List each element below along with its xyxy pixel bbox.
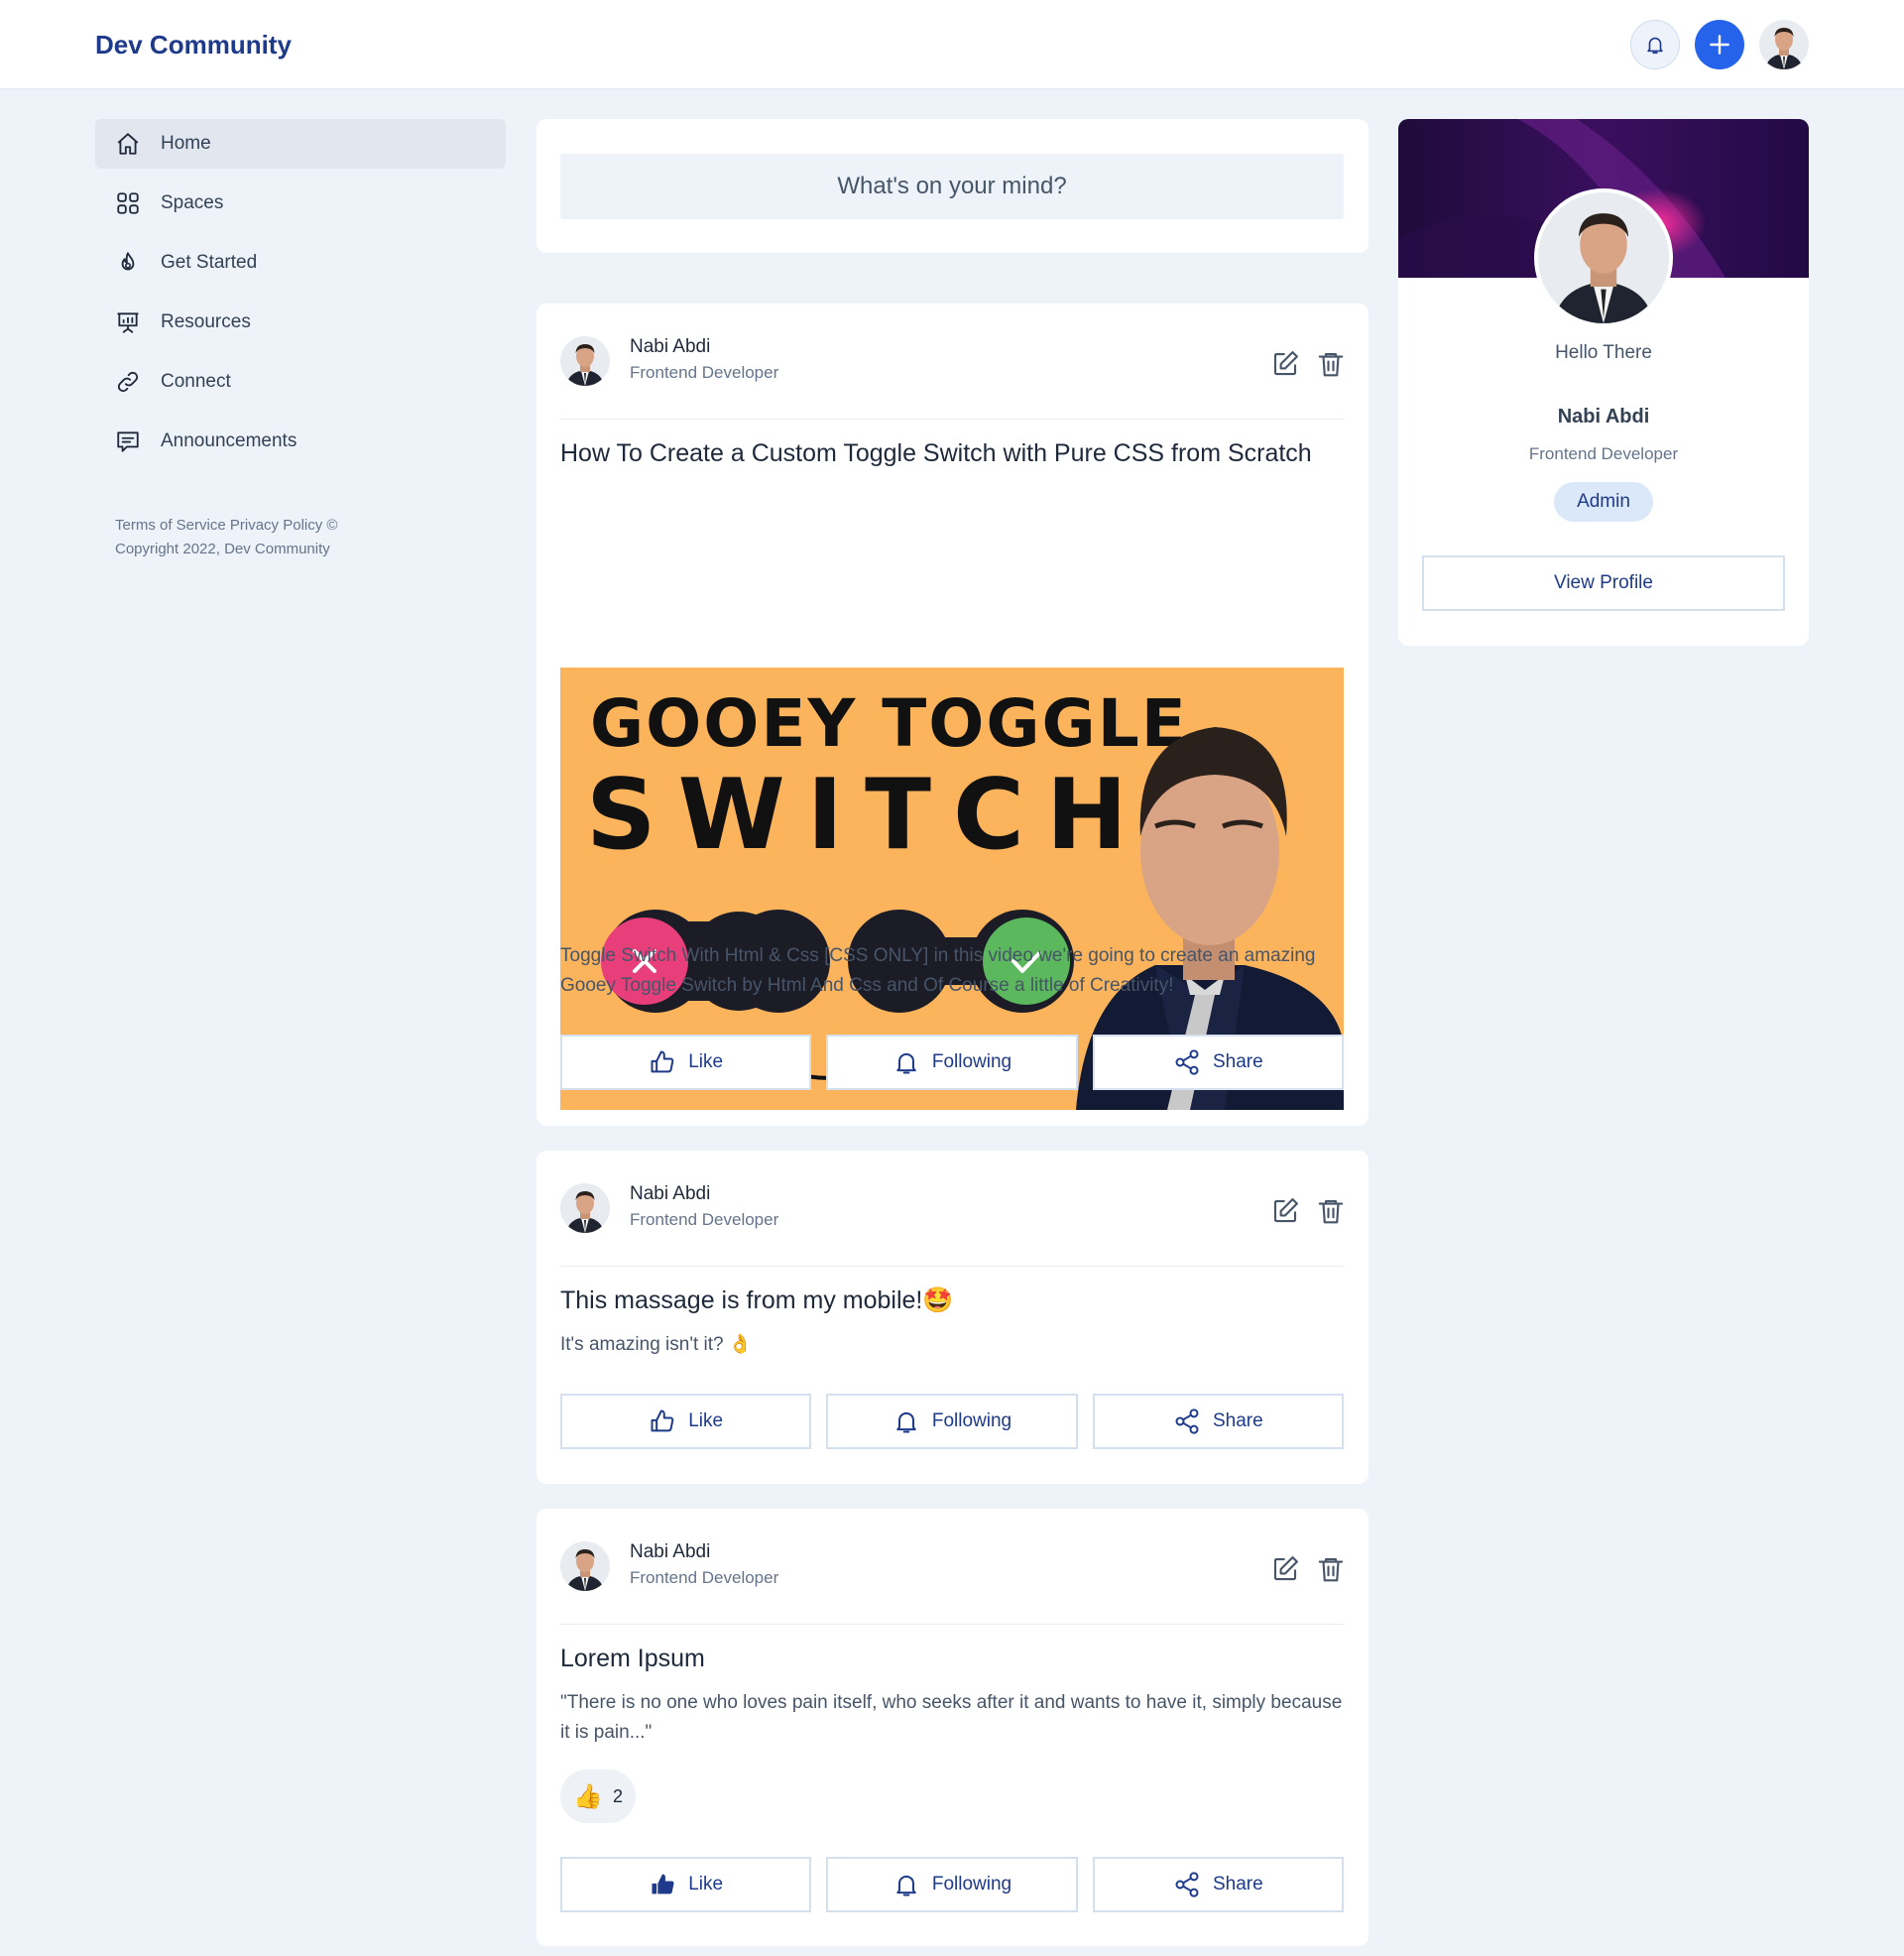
share-icon (1173, 1407, 1201, 1435)
post-header: Nabi Abdi Frontend Developer (560, 1541, 1344, 1625)
share-icon (1173, 1871, 1201, 1898)
top-bar: Dev Community (0, 0, 1904, 89)
trash-icon[interactable] (1316, 1554, 1346, 1584)
sidebar-item-label: Get Started (161, 252, 258, 273)
share-label: Share (1212, 1874, 1263, 1895)
trash-icon[interactable] (1316, 349, 1346, 379)
thumbs-up-emoji-icon: 👍 (573, 1782, 603, 1810)
share-button[interactable]: Share (1092, 1857, 1344, 1912)
author-role: Frontend Developer (630, 1210, 779, 1229)
sidebar-footer: Terms of Service Privacy Policy © Copyri… (95, 514, 506, 561)
flame-icon (121, 252, 135, 271)
post-card: Nabi Abdi Frontend Developer This massag… (536, 1151, 1368, 1484)
role-badge: Admin (1554, 482, 1653, 522)
author-name[interactable]: Nabi Abdi (630, 1541, 710, 1563)
sidebar: Home Spaces Get Started Resources Connec… (95, 119, 506, 561)
profile-greeting: Hello There (1555, 342, 1652, 363)
edit-icon[interactable] (1270, 1554, 1300, 1584)
share-icon (1173, 1048, 1201, 1076)
notifications-button[interactable] (1630, 20, 1680, 69)
edit-icon[interactable] (1270, 1196, 1300, 1226)
bell-icon (892, 1048, 920, 1076)
copyright-text: Copyright 2022, Dev Community (115, 541, 330, 557)
sidebar-item-get-started[interactable]: Get Started (95, 238, 506, 288)
profile-role: Frontend Developer (1528, 444, 1679, 463)
following-label: Following (931, 1051, 1012, 1072)
thumbs-up-icon (649, 1048, 676, 1076)
post-header: Nabi Abdi Frontend Developer (560, 1183, 1344, 1267)
edit-icon[interactable] (1270, 349, 1300, 379)
reaction-count: 2 (612, 1785, 623, 1806)
bell-icon (892, 1871, 920, 1898)
grid-icon (117, 192, 139, 214)
home-icon (117, 133, 139, 155)
terms-link[interactable]: Terms of Service (115, 517, 226, 534)
author-role: Frontend Developer (630, 1568, 779, 1587)
sidebar-item-announcements[interactable]: Announcements (95, 417, 506, 466)
share-button[interactable]: Share (1092, 1035, 1344, 1090)
author-avatar[interactable] (560, 1541, 610, 1591)
profile-avatar[interactable] (1534, 188, 1673, 327)
like-button[interactable]: Like (560, 1857, 812, 1912)
following-button[interactable]: Following (826, 1035, 1078, 1090)
post-title[interactable]: This massage is from my mobile!🤩 (560, 1286, 954, 1315)
like-label: Like (688, 1051, 724, 1072)
like-label: Like (688, 1410, 724, 1431)
sidebar-item-home[interactable]: Home (95, 119, 506, 169)
share-label: Share (1212, 1410, 1263, 1431)
view-profile-button[interactable]: View Profile (1422, 555, 1785, 611)
author-name[interactable]: Nabi Abdi (630, 336, 710, 358)
sidebar-item-connect[interactable]: Connect (95, 357, 506, 407)
sidebar-item-label: Spaces (161, 192, 224, 213)
sidebar-item-label: Home (161, 133, 211, 154)
following-button[interactable]: Following (826, 1394, 1078, 1449)
post-body: It's amazing isn't it? 👌 (560, 1334, 753, 1355)
bell-icon (1647, 37, 1663, 55)
post-actions: Like Following Share (560, 1394, 1344, 1449)
sidebar-item-resources[interactable]: Resources (95, 298, 506, 347)
create-post-button[interactable] (1695, 20, 1744, 69)
post-actions: Like Following Share (560, 1035, 1344, 1090)
thumbs-up-icon (649, 1407, 676, 1435)
post-body: Toggle Switch With Html & Css [CSS ONLY]… (560, 945, 1316, 996)
share-button[interactable]: Share (1092, 1394, 1344, 1449)
brand-logo[interactable]: Dev Community (95, 30, 292, 61)
message-icon (117, 431, 139, 452)
post-header: Nabi Abdi Frontend Developer (560, 336, 1344, 420)
like-button[interactable]: Like (560, 1394, 812, 1449)
following-label: Following (931, 1410, 1012, 1431)
author-name[interactable]: Nabi Abdi (630, 1183, 710, 1205)
sidebar-item-label: Connect (161, 371, 231, 392)
plus-icon (1710, 35, 1729, 55)
profile-card: Hello There Nabi Abdi Frontend Developer… (1398, 119, 1809, 646)
following-label: Following (931, 1874, 1012, 1895)
profile-name: Nabi Abdi (1557, 406, 1650, 428)
post-composer: What's on your mind? (536, 119, 1368, 253)
author-avatar[interactable] (560, 1183, 610, 1233)
link-icon (117, 371, 139, 393)
post-card: Nabi Abdi Frontend Developer Lorem Ipsum… (536, 1509, 1368, 1946)
trash-icon[interactable] (1316, 1196, 1346, 1226)
user-avatar[interactable] (1759, 20, 1809, 69)
sidebar-item-spaces[interactable]: Spaces (95, 179, 506, 228)
reaction-badge[interactable]: 👍 2 (560, 1770, 636, 1823)
presentation-icon (117, 312, 139, 333)
post-body: "There is no one who loves pain itself, … (560, 1692, 1343, 1743)
sidebar-item-label: Announcements (161, 430, 298, 451)
post-actions: Like Following Share (560, 1857, 1344, 1912)
share-label: Share (1212, 1051, 1263, 1072)
post-title[interactable]: Lorem Ipsum (560, 1645, 705, 1673)
bell-icon (892, 1407, 920, 1435)
privacy-link[interactable]: Privacy Policy © (230, 517, 338, 534)
following-button[interactable]: Following (826, 1857, 1078, 1912)
thumbs-up-filled-icon (652, 1874, 674, 1895)
author-role: Frontend Developer (630, 363, 779, 382)
author-avatar[interactable] (560, 336, 610, 386)
like-button[interactable]: Like (560, 1035, 812, 1090)
composer-input[interactable]: What's on your mind? (560, 154, 1344, 219)
post-card: Nabi Abdi Frontend Developer How To Crea… (536, 304, 1368, 1126)
sidebar-item-label: Resources (161, 311, 251, 332)
post-title[interactable]: How To Create a Custom Toggle Switch wit… (560, 439, 1312, 468)
like-label: Like (688, 1874, 724, 1895)
